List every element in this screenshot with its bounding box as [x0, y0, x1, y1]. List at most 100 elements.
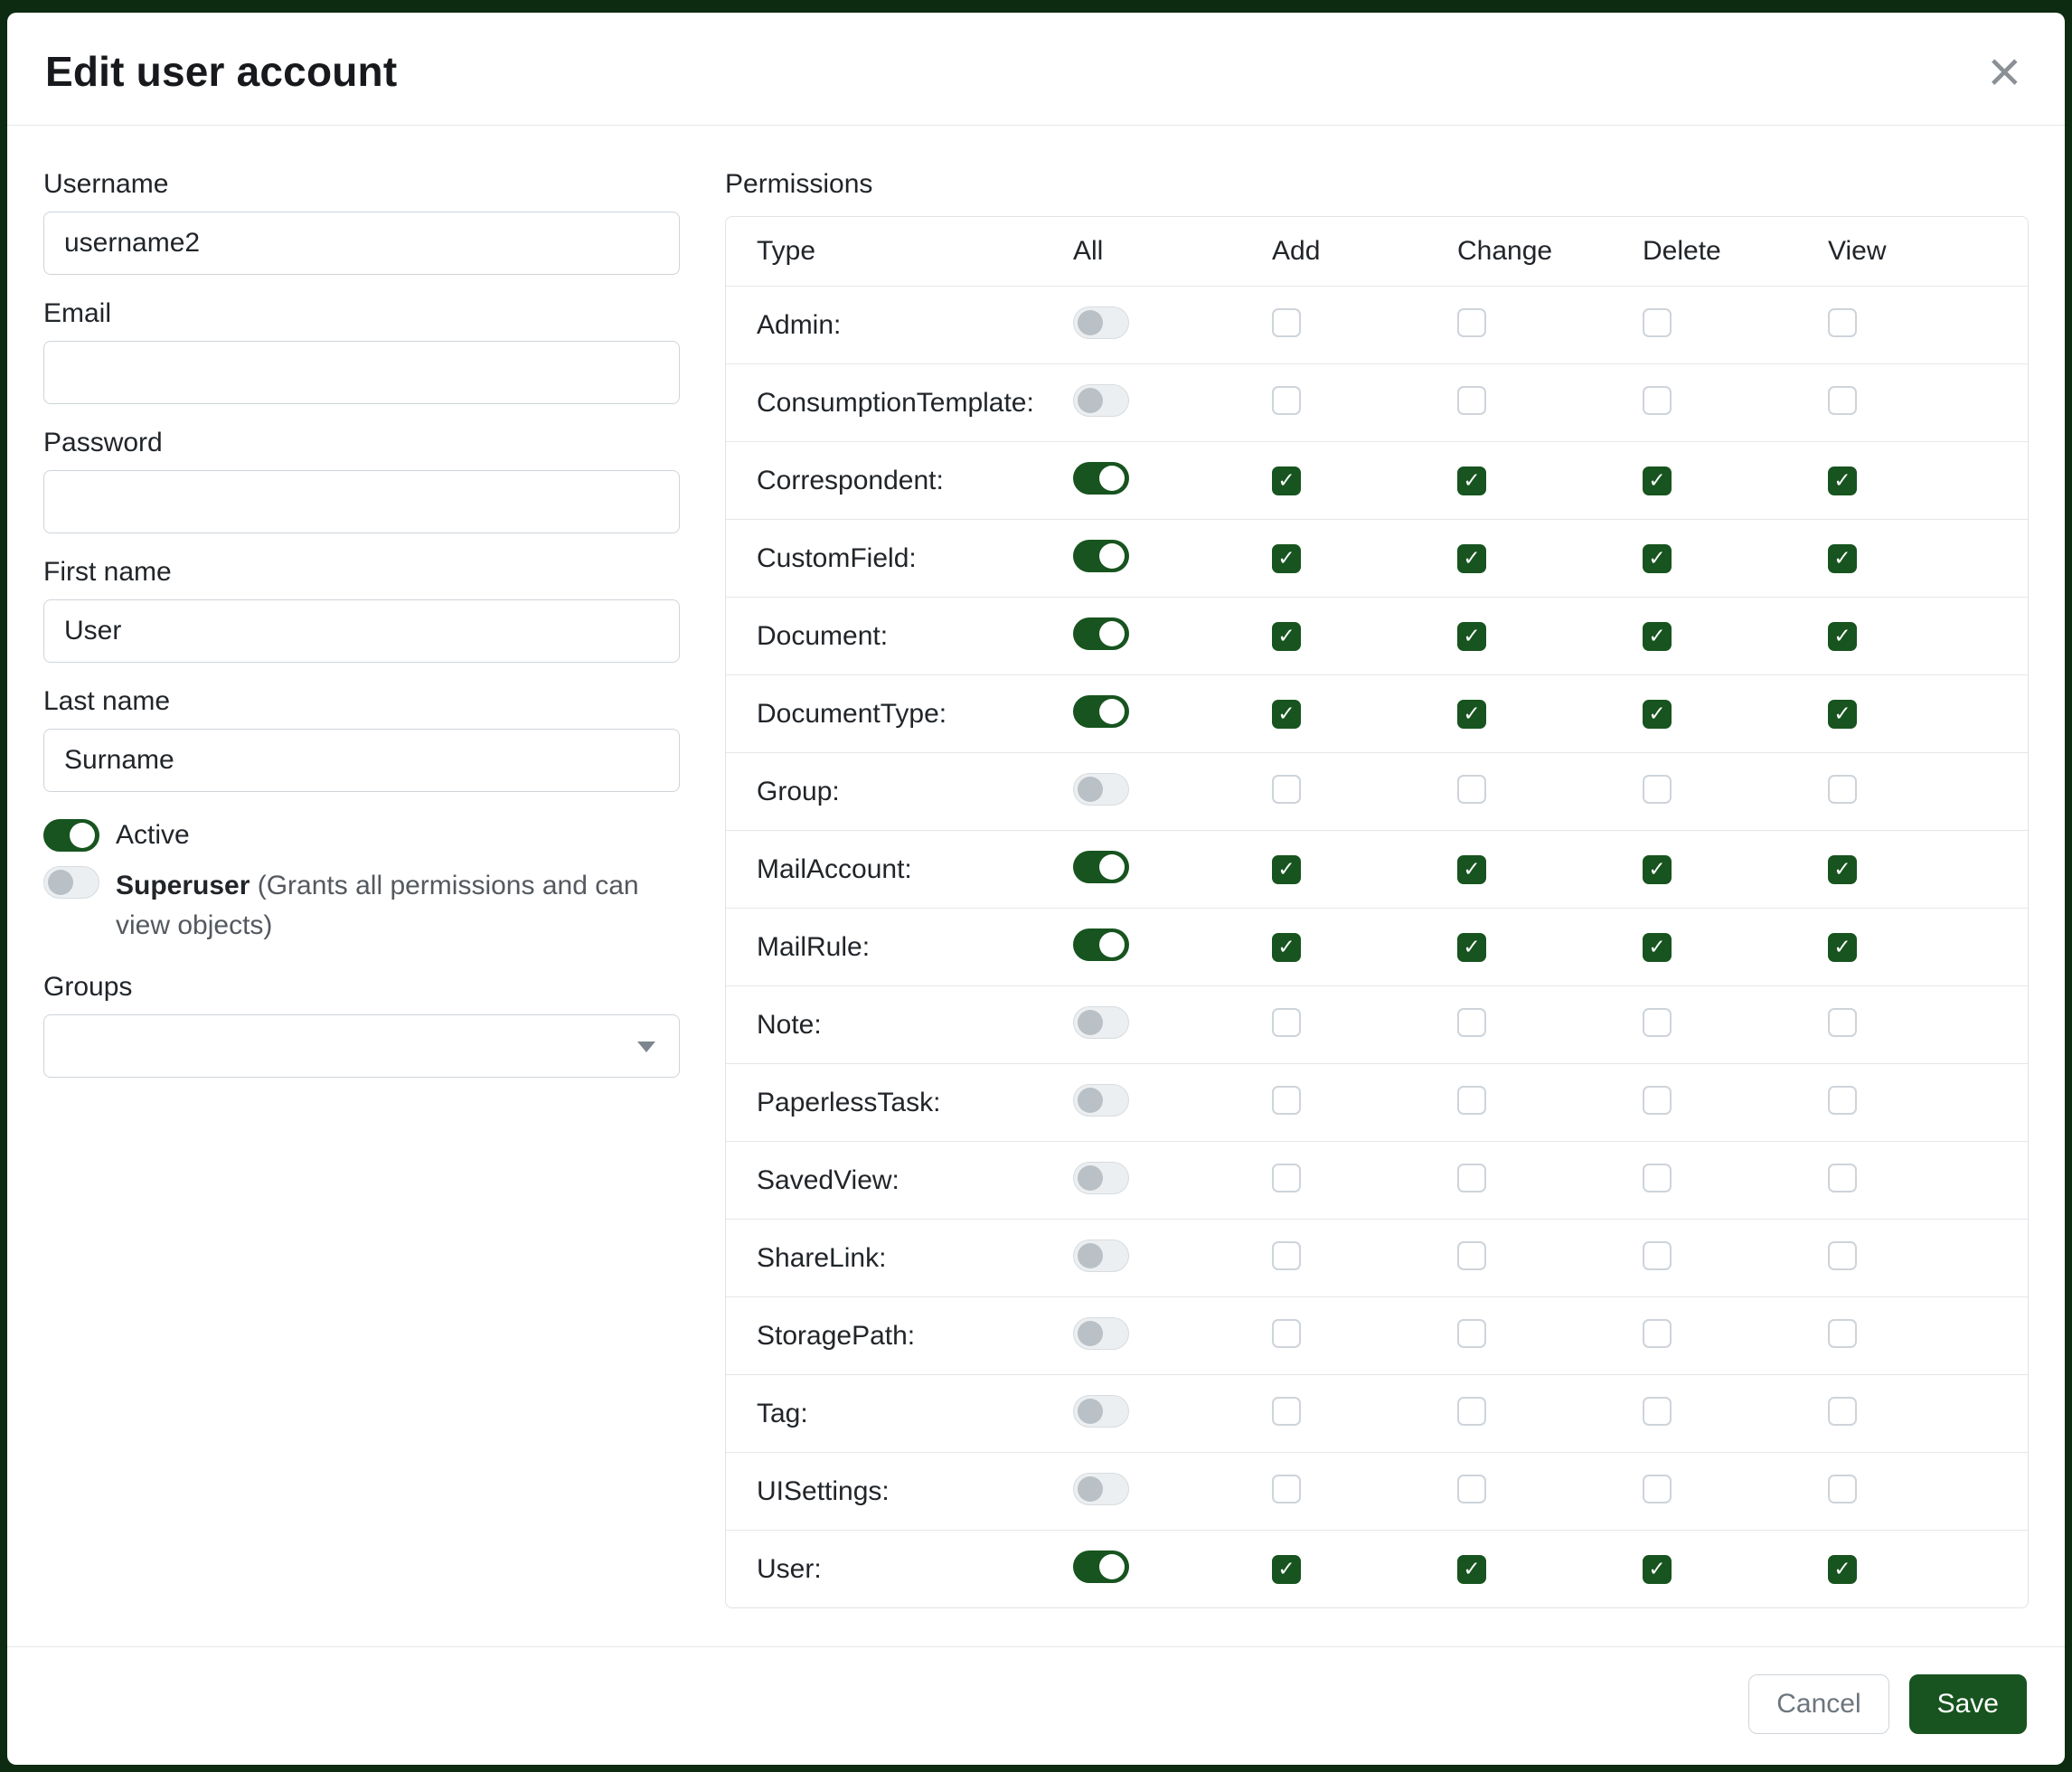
- permission-add-checkbox[interactable]: [1272, 1008, 1301, 1037]
- permission-view-checkbox[interactable]: [1828, 1086, 1857, 1115]
- permission-change-checkbox[interactable]: [1457, 544, 1486, 573]
- permission-all-toggle[interactable]: [1073, 1395, 1129, 1428]
- permission-change-checkbox[interactable]: [1457, 386, 1486, 415]
- permission-view-checkbox[interactable]: [1828, 700, 1857, 729]
- permission-view-checkbox[interactable]: [1828, 933, 1857, 962]
- permission-add-checkbox[interactable]: [1272, 1086, 1301, 1115]
- permission-delete-checkbox[interactable]: [1643, 775, 1672, 804]
- permission-view-checkbox[interactable]: [1828, 544, 1857, 573]
- permission-view-checkbox[interactable]: [1828, 1164, 1857, 1192]
- permission-all-toggle[interactable]: [1073, 1473, 1129, 1505]
- permission-change-checkbox[interactable]: [1457, 308, 1486, 337]
- permission-change-checkbox[interactable]: [1457, 855, 1486, 884]
- permission-view-checkbox[interactable]: [1828, 622, 1857, 651]
- permission-delete-checkbox[interactable]: [1643, 1555, 1672, 1584]
- permission-change-checkbox[interactable]: [1457, 1319, 1486, 1348]
- superuser-toggle[interactable]: [43, 866, 99, 899]
- permission-change-checkbox[interactable]: [1457, 700, 1486, 729]
- permission-change-checkbox[interactable]: [1457, 1008, 1486, 1037]
- permission-all-toggle[interactable]: [1073, 1162, 1129, 1194]
- permission-row: StoragePath:: [726, 1296, 2028, 1374]
- permission-change-checkbox[interactable]: [1457, 1475, 1486, 1503]
- permission-add-checkbox[interactable]: [1272, 855, 1301, 884]
- groups-select[interactable]: [43, 1014, 680, 1078]
- permission-add-checkbox[interactable]: [1272, 1555, 1301, 1584]
- permission-change-checkbox[interactable]: [1457, 1555, 1486, 1584]
- permission-all-toggle[interactable]: [1073, 851, 1129, 883]
- permission-all-toggle[interactable]: [1073, 928, 1129, 961]
- last-name-input[interactable]: [43, 729, 680, 792]
- email-input[interactable]: [43, 341, 680, 404]
- permission-all-toggle[interactable]: [1073, 1006, 1129, 1039]
- permission-delete-checkbox[interactable]: [1643, 544, 1672, 573]
- cancel-button[interactable]: Cancel: [1748, 1674, 1888, 1734]
- permission-delete-checkbox[interactable]: [1643, 1164, 1672, 1192]
- permission-delete-checkbox[interactable]: [1643, 700, 1672, 729]
- permission-add-checkbox[interactable]: [1272, 1164, 1301, 1192]
- permission-delete-checkbox[interactable]: [1643, 308, 1672, 337]
- permission-view-checkbox[interactable]: [1828, 1008, 1857, 1037]
- permission-delete-checkbox[interactable]: [1643, 622, 1672, 651]
- permission-delete-checkbox[interactable]: [1643, 467, 1672, 495]
- permission-view-checkbox[interactable]: [1828, 1319, 1857, 1348]
- permission-add-checkbox[interactable]: [1272, 467, 1301, 495]
- permission-view-checkbox[interactable]: [1828, 855, 1857, 884]
- permission-add-checkbox[interactable]: [1272, 308, 1301, 337]
- username-input[interactable]: [43, 212, 680, 275]
- permission-delete-checkbox[interactable]: [1643, 933, 1672, 962]
- perm-col-all: All: [1073, 236, 1272, 267]
- close-icon[interactable]: ×: [1983, 53, 2027, 90]
- permission-add-checkbox[interactable]: [1272, 700, 1301, 729]
- permission-change-checkbox[interactable]: [1457, 1086, 1486, 1115]
- permission-all-toggle[interactable]: [1073, 384, 1129, 417]
- permission-all-toggle[interactable]: [1073, 1550, 1129, 1583]
- permission-view-checkbox[interactable]: [1828, 1475, 1857, 1503]
- permission-view-checkbox[interactable]: [1828, 467, 1857, 495]
- permission-view-checkbox[interactable]: [1828, 775, 1857, 804]
- permission-view-checkbox[interactable]: [1828, 1555, 1857, 1584]
- permission-delete-checkbox[interactable]: [1643, 1319, 1672, 1348]
- permission-change-checkbox[interactable]: [1457, 1397, 1486, 1426]
- permission-delete-checkbox[interactable]: [1643, 1086, 1672, 1115]
- permission-add-checkbox[interactable]: [1272, 1475, 1301, 1503]
- permission-delete-checkbox[interactable]: [1643, 1475, 1672, 1503]
- password-input[interactable]: [43, 470, 680, 533]
- permission-all-toggle[interactable]: [1073, 1239, 1129, 1272]
- permission-add-checkbox[interactable]: [1272, 933, 1301, 962]
- permission-all-toggle[interactable]: [1073, 1084, 1129, 1117]
- permission-change-checkbox[interactable]: [1457, 622, 1486, 651]
- permission-change-checkbox[interactable]: [1457, 1164, 1486, 1192]
- permission-change-checkbox[interactable]: [1457, 467, 1486, 495]
- permission-add-checkbox[interactable]: [1272, 386, 1301, 415]
- permission-view-checkbox[interactable]: [1828, 1397, 1857, 1426]
- permission-all-toggle[interactable]: [1073, 462, 1129, 495]
- active-toggle[interactable]: [43, 819, 99, 852]
- permission-all-toggle[interactable]: [1073, 773, 1129, 806]
- permission-view-checkbox[interactable]: [1828, 1241, 1857, 1270]
- permission-all-toggle[interactable]: [1073, 695, 1129, 728]
- permission-add-checkbox[interactable]: [1272, 544, 1301, 573]
- permission-delete-checkbox[interactable]: [1643, 1397, 1672, 1426]
- permission-change-checkbox[interactable]: [1457, 933, 1486, 962]
- permission-add-checkbox[interactable]: [1272, 1241, 1301, 1270]
- save-button[interactable]: Save: [1909, 1674, 2027, 1734]
- permission-delete-checkbox[interactable]: [1643, 855, 1672, 884]
- permission-all-toggle[interactable]: [1073, 1317, 1129, 1350]
- permission-change-checkbox[interactable]: [1457, 1241, 1486, 1270]
- permission-view-checkbox[interactable]: [1828, 308, 1857, 337]
- first-name-input[interactable]: [43, 599, 680, 663]
- permission-all-toggle[interactable]: [1073, 617, 1129, 650]
- permission-type-label: MailAccount:: [757, 854, 1073, 885]
- permission-delete-checkbox[interactable]: [1643, 1241, 1672, 1270]
- permission-view-checkbox[interactable]: [1828, 386, 1857, 415]
- permission-all-toggle[interactable]: [1073, 540, 1129, 572]
- permission-row: SavedView:: [726, 1141, 2028, 1219]
- permission-add-checkbox[interactable]: [1272, 622, 1301, 651]
- permission-change-checkbox[interactable]: [1457, 775, 1486, 804]
- permission-delete-checkbox[interactable]: [1643, 386, 1672, 415]
- permission-add-checkbox[interactable]: [1272, 1319, 1301, 1348]
- permission-add-checkbox[interactable]: [1272, 1397, 1301, 1426]
- permission-add-checkbox[interactable]: [1272, 775, 1301, 804]
- permission-all-toggle[interactable]: [1073, 306, 1129, 339]
- permission-delete-checkbox[interactable]: [1643, 1008, 1672, 1037]
